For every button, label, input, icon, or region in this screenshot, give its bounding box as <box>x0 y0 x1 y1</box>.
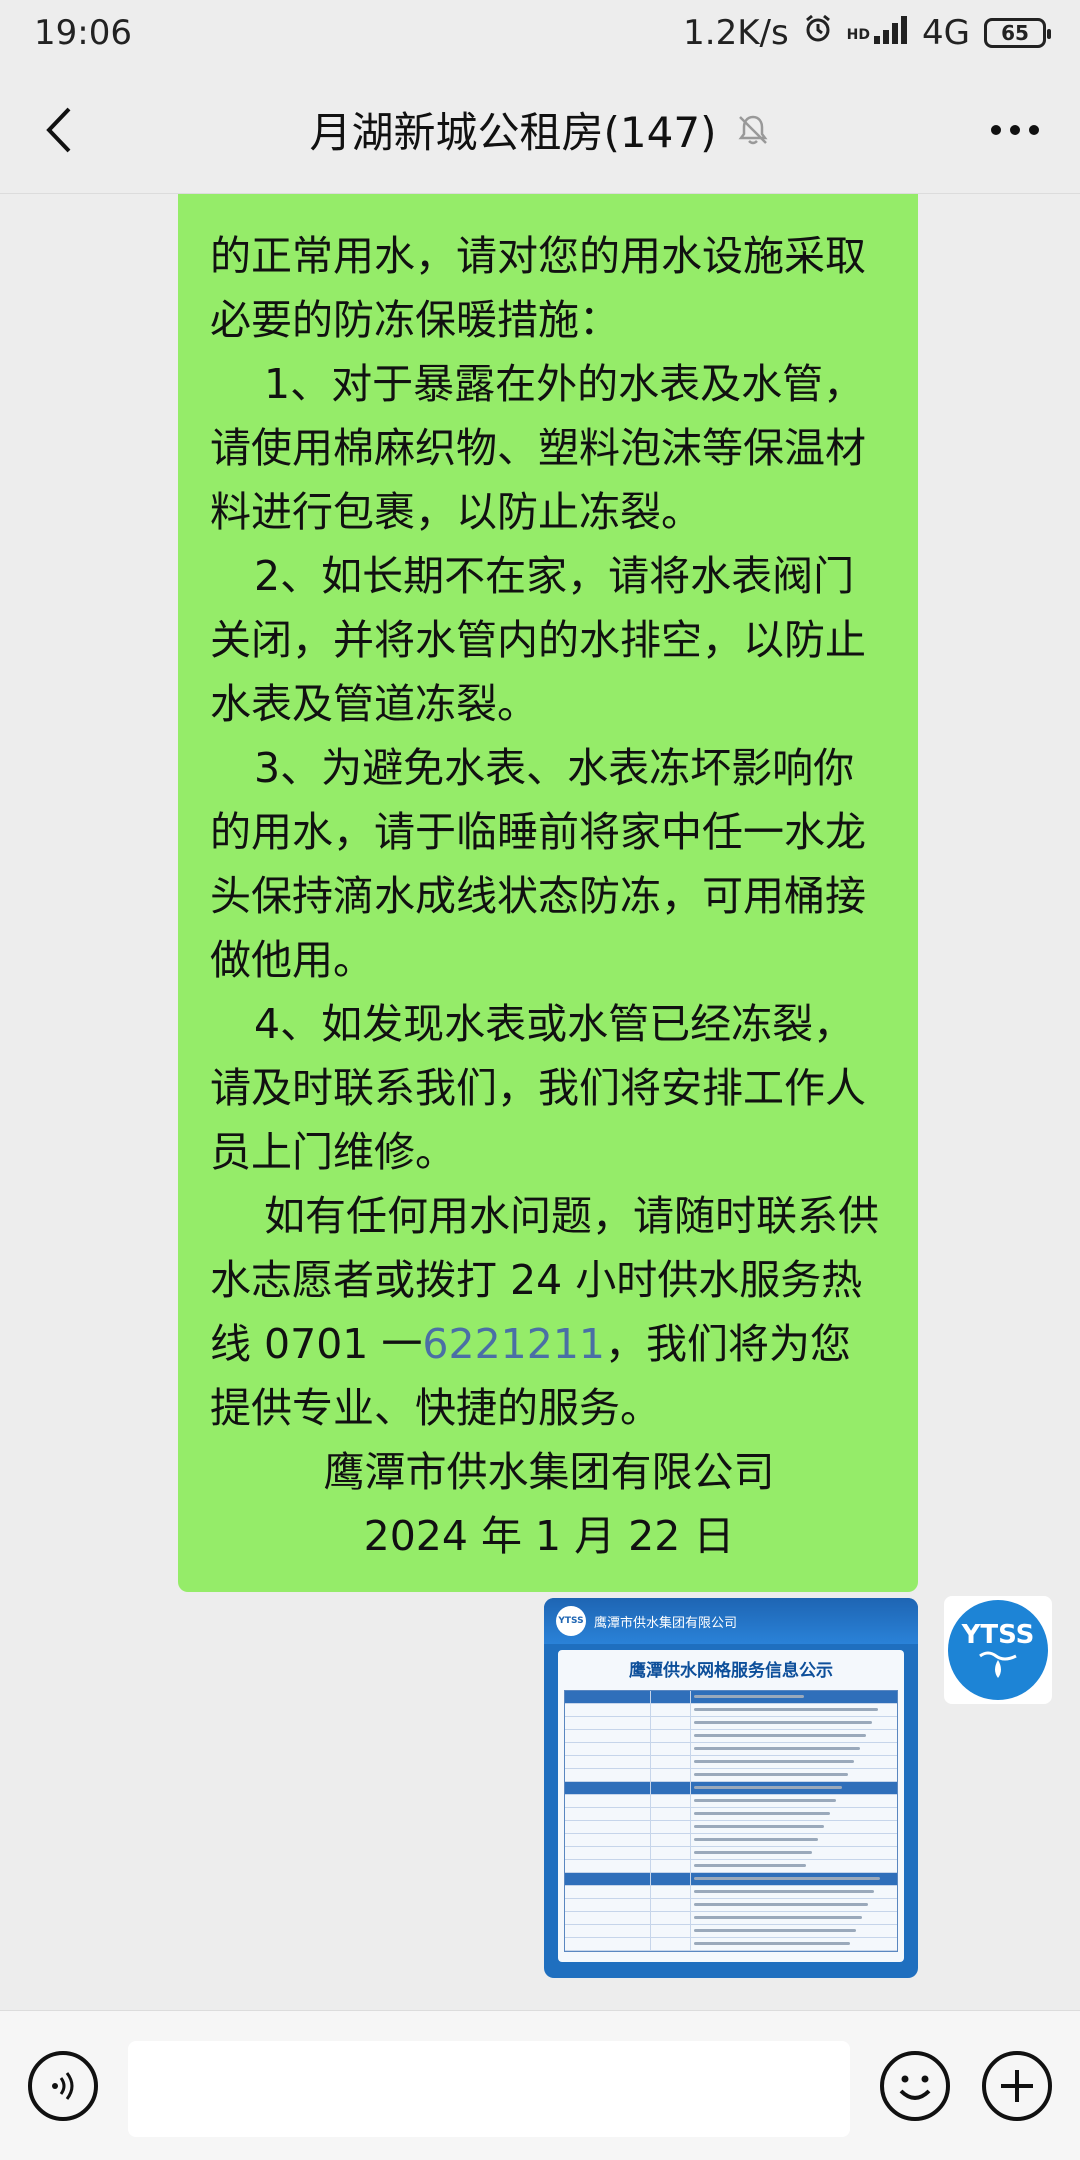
voice-button[interactable] <box>28 2051 98 2121</box>
image-table-row <box>565 1691 897 1704</box>
image-table-row <box>565 1873 897 1886</box>
chat-area[interactable]: 的正常用水，请对您的用水设施采取必要的防冻保暖措施： 1、对于暴露在外的水表及水… <box>0 194 1080 2010</box>
image-table-row <box>565 1821 897 1834</box>
more-icon <box>991 125 1039 135</box>
image-table-row <box>565 1847 897 1860</box>
network-type: 4G <box>922 13 970 53</box>
image-table-row <box>565 1886 897 1899</box>
hd-label: HD <box>846 27 871 43</box>
emoji-icon <box>899 2075 931 2100</box>
signal-icon <box>874 13 908 53</box>
voice-icon <box>52 2072 74 2100</box>
company-logo: YTSS <box>556 1606 586 1636</box>
chat-title[interactable]: 月湖新城公租房(147) <box>310 99 717 160</box>
status-time: 19:06 <box>34 13 132 53</box>
more-button[interactable] <box>980 102 1050 158</box>
water-drop-icon <box>979 1651 1017 1678</box>
avatar-logo: YTSS <box>948 1600 1048 1700</box>
image-table-row <box>565 1769 897 1782</box>
image-table-row <box>565 1743 897 1756</box>
network-speed: 1.2K/s <box>683 13 789 53</box>
back-button[interactable] <box>28 96 88 164</box>
image-table-row <box>565 1717 897 1730</box>
battery-icon: 65 <box>984 18 1051 48</box>
image-header: YTSS 鹰潭市供水集团有限公司 <box>544 1598 918 1644</box>
message-line: 的正常用水，请对您的用水设施采取必要的防冻保暖措施： <box>210 232 866 344</box>
plus-button[interactable] <box>982 2051 1052 2121</box>
message-input[interactable] <box>128 2041 850 2137</box>
image-table-row <box>565 1860 897 1873</box>
image-table-row <box>565 1795 897 1808</box>
message-signature: 鹰潭市供水集团有限公司 <box>323 1448 775 1496</box>
image-table-row <box>565 1912 897 1925</box>
image-table-row <box>565 1925 897 1938</box>
bell-off-icon <box>738 115 768 144</box>
battery-level: 65 <box>1001 21 1029 45</box>
phone-link[interactable]: 6221211 <box>422 1320 605 1368</box>
message-date: 2024 年 1 月 22 日 <box>363 1512 735 1560</box>
chat-header: 月湖新城公租房(147) <box>0 66 1080 194</box>
input-bar <box>0 2010 1080 2160</box>
image-table-row <box>565 1938 897 1951</box>
image-title: 鹰潭供水网格服务信息公示 <box>629 1661 833 1681</box>
image-table-row <box>565 1808 897 1821</box>
message-paragraph: 如有任何用水问题，请随时联系供水志愿者或拨打 24 小时供水服务热线 0701 … <box>210 1184 888 1440</box>
status-indicators: 1.2K/s HD 4G 65 <box>683 13 1051 53</box>
avatar-label: YTSS <box>961 1620 1035 1650</box>
image-company: 鹰潭市供水集团有限公司 <box>594 1615 738 1631</box>
chevron-left-icon <box>46 107 71 153</box>
image-table-row <box>565 1704 897 1717</box>
status-bar: 19:06 1.2K/s HD 4G 65 <box>0 0 1080 66</box>
message-bubble[interactable]: 的正常用水，请对您的用水设施采取必要的防冻保暖措施： 1、对于暴露在外的水表及水… <box>178 194 918 1592</box>
message-line: 4、如发现水表或水管已经冻裂，请及时联系我们，我们将安排工作人员上门维修。 <box>210 1000 866 1176</box>
image-table-row <box>565 1782 897 1795</box>
alarm-icon <box>803 13 833 53</box>
avatar[interactable]: YTSS <box>944 1596 1052 1704</box>
image-table <box>564 1690 898 1952</box>
message-line: 2、如长期不在家，请将水表阀门关闭，并将水管内的水排空，以防止水表及管道冻裂。 <box>210 552 866 728</box>
message-line: 1、对于暴露在外的水表及水管，请使用棉麻织物、塑料泡沫等保温材料进行包裹，以防止… <box>210 360 866 536</box>
image-table-row <box>565 1730 897 1743</box>
plus-icon <box>1001 2070 1033 2102</box>
message-line: 3、为避免水表、水表冻坏影响你的用水，请于临睡前将家中任一水龙头保持滴水成线状态… <box>210 744 866 984</box>
image-panel: 鹰潭供水网格服务信息公示 <box>558 1650 904 1962</box>
image-message[interactable]: YTSS 鹰潭市供水集团有限公司 鹰潭供水网格服务信息公示 <box>544 1598 918 1978</box>
image-table-row <box>565 1899 897 1912</box>
image-table-row <box>565 1834 897 1847</box>
image-table-row <box>565 1756 897 1769</box>
emoji-button[interactable] <box>880 2051 950 2121</box>
